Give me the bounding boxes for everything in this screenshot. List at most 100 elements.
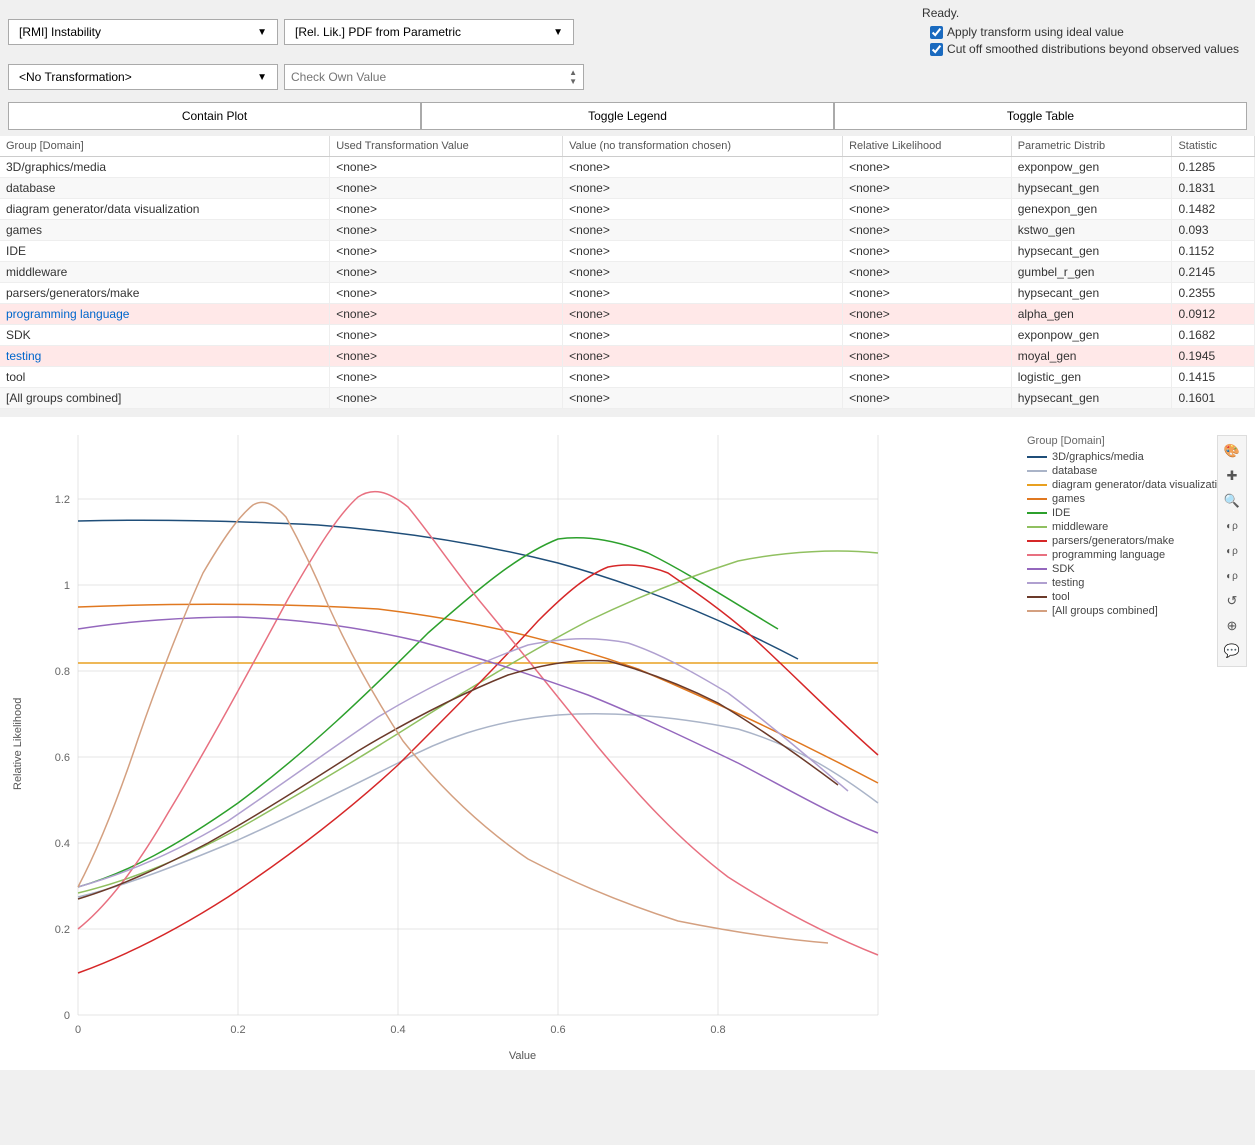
group-link[interactable]: testing <box>6 349 41 363</box>
table-cell: genexpon_gen <box>1011 199 1172 220</box>
table-cell: moyal_gen <box>1011 346 1172 367</box>
apply-transform-checkbox[interactable] <box>930 26 943 39</box>
table-cell: 0.1601 <box>1172 388 1255 409</box>
legend-item: programming language <box>1027 549 1247 561</box>
table-cell: 0.2355 <box>1172 283 1255 304</box>
table-cell: <none> <box>330 367 563 388</box>
tool-rho3-button[interactable]: ◐ρ <box>1221 565 1243 587</box>
table-header-4: Parametric Distrib <box>1011 136 1172 157</box>
toggle-table-button[interactable]: Toggle Table <box>834 102 1247 130</box>
table-cell: <none> <box>843 388 1012 409</box>
table-cell: <none> <box>843 220 1012 241</box>
table-cell[interactable]: middleware <box>0 262 330 283</box>
svg-text:1: 1 <box>64 580 70 592</box>
spinner[interactable]: ▲ ▼ <box>569 68 577 86</box>
table-row: [All groups combined]<none><none><none>h… <box>0 388 1255 409</box>
table-cell: <none> <box>330 283 563 304</box>
table-cell: hypsecant_gen <box>1011 283 1172 304</box>
legend-item: [All groups combined] <box>1027 605 1247 617</box>
comment-tool-button[interactable]: 💬 <box>1221 640 1243 662</box>
legend-color-swatch <box>1027 512 1047 514</box>
table-header-0: Group [Domain] <box>0 136 330 157</box>
legend-color-swatch <box>1027 484 1047 486</box>
legend-color-swatch <box>1027 596 1047 598</box>
table-cell[interactable]: diagram generator/data visualization <box>0 199 330 220</box>
table-cell: <none> <box>563 367 843 388</box>
svg-text:0.4: 0.4 <box>55 838 70 850</box>
table-cell: <none> <box>563 346 843 367</box>
contain-plot-button[interactable]: Contain Plot <box>8 102 421 130</box>
table-cell: <none> <box>563 325 843 346</box>
legend-color-swatch <box>1027 540 1047 542</box>
legend-title: Group [Domain] <box>1027 435 1247 447</box>
table-cell[interactable]: [All groups combined] <box>0 388 330 409</box>
table-cell: <none> <box>330 346 563 367</box>
svg-text:0: 0 <box>75 1024 81 1036</box>
svg-text:0: 0 <box>64 1010 70 1022</box>
legend-color-swatch <box>1027 582 1047 584</box>
table-cell: <none> <box>563 304 843 325</box>
table-cell: <none> <box>330 388 563 409</box>
table-cell: <none> <box>843 325 1012 346</box>
table-cell[interactable]: games <box>0 220 330 241</box>
instability-arrow: ▼ <box>257 27 267 38</box>
table-cell: <none> <box>330 262 563 283</box>
table-cell: <none> <box>563 283 843 304</box>
legend-item-label: database <box>1052 465 1097 477</box>
legend-item-label: tool <box>1052 591 1070 603</box>
instability-dropdown[interactable]: [RMI] Instability ▼ <box>8 19 278 45</box>
y-axis-label: Relative Likelihood <box>8 425 28 1062</box>
table-cell: <none> <box>843 199 1012 220</box>
legend-item-label: SDK <box>1052 563 1075 575</box>
table-row: testing<none><none><none>moyal_gen0.1945 <box>0 346 1255 367</box>
pdf-dropdown[interactable]: [Rel. Lik.] PDF from Parametric ▼ <box>284 19 574 45</box>
table-cell: <none> <box>563 199 843 220</box>
legend-item: diagram generator/data visualization <box>1027 479 1247 491</box>
legend-item: games <box>1027 493 1247 505</box>
legend-color-swatch <box>1027 610 1047 612</box>
table-header-1: Used Transformation Value <box>330 136 563 157</box>
add-tool-button[interactable]: ✚ <box>1221 465 1243 487</box>
group-link[interactable]: programming language <box>6 307 129 321</box>
circle-tool-button[interactable]: ⊕ <box>1221 615 1243 637</box>
legend-color-swatch <box>1027 554 1047 556</box>
table-cell: logistic_gen <box>1011 367 1172 388</box>
table-row: diagram generator/data visualization <non… <box>0 199 1255 220</box>
table-cell: 0.1285 <box>1172 157 1255 178</box>
table-cell: <none> <box>843 241 1012 262</box>
legend-item: 3D/graphics/media <box>1027 451 1247 463</box>
legend-item-label: middleware <box>1052 521 1108 533</box>
table-cell[interactable]: testing <box>0 346 330 367</box>
table-cell[interactable]: parsers/generators/make <box>0 283 330 304</box>
zoom-tool-button[interactable]: 🔍 <box>1221 490 1243 512</box>
table-cell[interactable]: database <box>0 178 330 199</box>
table-cell[interactable]: IDE <box>0 241 330 262</box>
table-cell: <none> <box>843 283 1012 304</box>
status-text: Ready. <box>922 6 1247 20</box>
no-transform-dropdown[interactable]: <No Transformation> ▼ <box>8 64 278 90</box>
legend-item-label: diagram generator/data visualization <box>1052 479 1229 491</box>
table-cell: alpha_gen <box>1011 304 1172 325</box>
tool-rho1-button[interactable]: ◐ρ <box>1221 515 1243 537</box>
table-header-3: Relative Likelihood <box>843 136 1012 157</box>
table-header-2: Value (no transformation chosen) <box>563 136 843 157</box>
check-own-value-input[interactable] <box>291 70 551 84</box>
x-axis-label: Value <box>28 1050 1017 1062</box>
table-cell[interactable]: 3D/graphics/media <box>0 157 330 178</box>
table-cell: gumbel_r_gen <box>1011 262 1172 283</box>
table-cell: <none> <box>843 367 1012 388</box>
tool-rho2-button[interactable]: ◐ρ <box>1221 540 1243 562</box>
table-cell: 0.1415 <box>1172 367 1255 388</box>
toggle-legend-button[interactable]: Toggle Legend <box>421 102 834 130</box>
table-cell[interactable]: programming language <box>0 304 330 325</box>
table-row: middleware<none><none><none>gumbel_r_gen… <box>0 262 1255 283</box>
table-cell: <none> <box>843 346 1012 367</box>
color-tool-button[interactable]: 🎨 <box>1221 440 1243 462</box>
refresh-tool-button[interactable]: ↺ <box>1221 590 1243 612</box>
table-row: parsers/generators/make<none><none><none… <box>0 283 1255 304</box>
pdf-arrow: ▼ <box>553 27 563 38</box>
table-cell: hypsecant_gen <box>1011 388 1172 409</box>
table-cell[interactable]: SDK <box>0 325 330 346</box>
table-cell[interactable]: tool <box>0 367 330 388</box>
cut-off-checkbox[interactable] <box>930 43 943 56</box>
